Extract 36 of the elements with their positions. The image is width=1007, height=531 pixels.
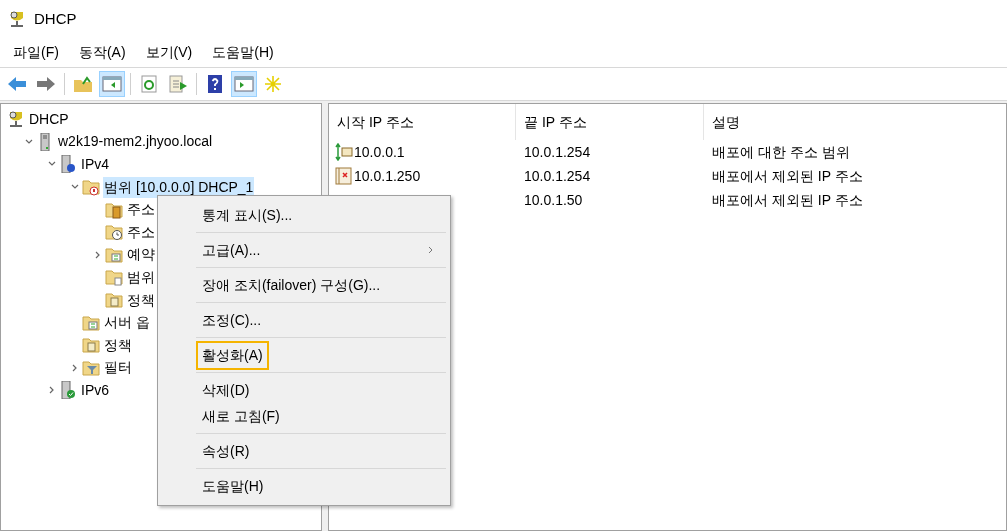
menu-item[interactable]: 파일(F) [4,42,68,63]
context-menu-item[interactable]: 조정(C)... [196,305,268,335]
context-menu-item[interactable]: 장애 조치(failover) 구성(G)... [196,270,387,300]
table-cell-text: 10.0.1.250 [354,166,421,186]
tree-item[interactable]: 주소 [126,199,156,221]
menu-item[interactable]: 동작(A) [69,42,135,63]
context-menu-item[interactable]: 속성(R) [196,436,256,466]
table-cell-text: 10.0.1.254 [523,142,592,162]
table-cell-text: 배포에서 제외된 IP 주소 [711,166,864,186]
window-title: DHCP [34,8,77,29]
menu-item[interactable]: 도움말(H) [203,42,283,63]
context-menu-item[interactable]: 통계 표시(S)... [196,200,299,230]
tree-item[interactable]: w2k19-mem2.jhyoo.local [57,131,214,153]
context-menu-item[interactable]: 고급(A)... [196,235,267,265]
tree-item[interactable]: 주소 [126,221,156,243]
tree-item[interactable]: DHCP [28,108,70,130]
column-header[interactable]: 끝 IP 주소 [516,104,704,140]
tree-item[interactable]: 정책 [103,334,133,356]
table-cell-text: 10.0.1.50 [523,190,584,210]
tree-item[interactable]: IPv6 [80,379,110,401]
tree-item[interactable]: 범위 [126,266,156,288]
context-menu-item[interactable]: 활성화(A) [196,340,269,370]
tree-item[interactable]: 서버 옵 [103,312,151,334]
table-cell-text: 배포에서 제외된 IP 주소 [711,190,864,210]
column-header[interactable]: 시작 IP 주소 [329,104,516,140]
context-menu-item[interactable]: 도움말(H) [196,471,270,501]
table-cell-text: 배포에 대한 주소 범위 [711,142,851,162]
tree-item[interactable]: 예약 [126,244,156,266]
tree-item[interactable]: 정책 [126,289,156,311]
tree-item[interactable]: IPv4 [80,154,110,175]
tree-item[interactable]: 필터 [103,357,133,379]
column-header[interactable]: 설명 [704,104,1006,140]
tree-item[interactable]: 범위 [10.0.0.0] DHCP_1 [103,176,255,198]
table-cell-text: 10.0.0.1 [354,142,405,162]
table-cell-text: 10.0.1.254 [523,166,592,186]
menu-item[interactable]: 보기(V) [136,42,202,63]
